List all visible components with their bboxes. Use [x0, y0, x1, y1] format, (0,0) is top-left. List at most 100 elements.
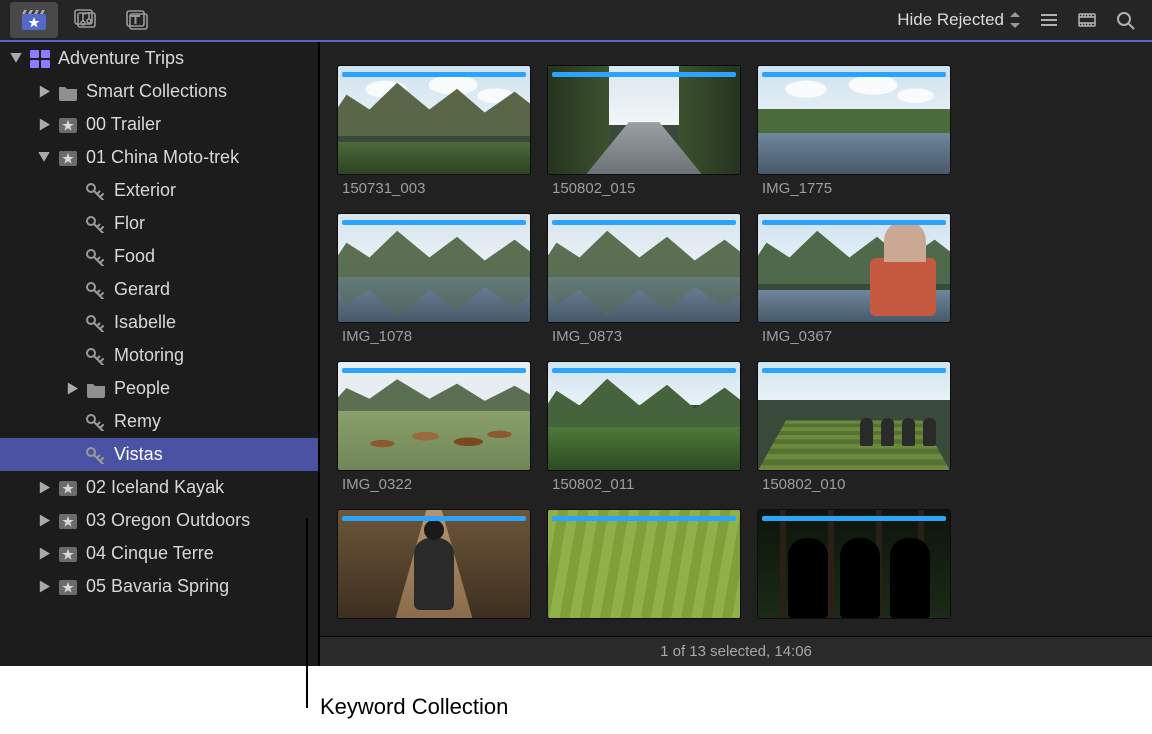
library-icon	[30, 50, 50, 68]
clip-grid[interactable]: 150731_003150802_015IMG_1775IMG_1078IMG_…	[320, 42, 1152, 636]
event-icon	[58, 116, 78, 134]
disclosure-triangle[interactable]	[38, 482, 50, 494]
sidebar-item-label: Flor	[114, 213, 145, 234]
sidebar-item-label: 02 Iceland Kayak	[86, 477, 224, 498]
audio-browser-button[interactable]	[62, 2, 110, 38]
clip-item[interactable]: 150802_011	[548, 362, 740, 510]
disclosure-triangle[interactable]	[38, 515, 50, 527]
clip-item[interactable]: IMG_0367	[758, 214, 950, 362]
status-text: 1 of 13 selected, 14:06	[660, 643, 812, 660]
clip-item[interactable]	[338, 510, 530, 636]
clip-browser: 150731_003150802_015IMG_1775IMG_1078IMG_…	[320, 42, 1152, 666]
clip-thumbnail[interactable]	[548, 362, 740, 470]
disclosure-triangle[interactable]	[38, 119, 50, 131]
clip-thumbnail[interactable]	[758, 66, 950, 174]
sidebar-item-01-china-moto-trek[interactable]: 01 China Moto-trek	[0, 141, 318, 174]
event-icon	[58, 149, 78, 167]
event-icon	[58, 479, 78, 497]
sidebar-item-exterior[interactable]: Exterior	[0, 174, 318, 207]
disclosure-triangle[interactable]	[38, 581, 50, 593]
sidebar-item-label: Isabelle	[114, 312, 176, 333]
search-button[interactable]	[1108, 3, 1142, 37]
search-icon	[1114, 9, 1136, 31]
sidebar-item-02-iceland-kayak[interactable]: 02 Iceland Kayak	[0, 471, 318, 504]
sidebar-item-03-oregon-outdoors[interactable]: 03 Oregon Outdoors	[0, 504, 318, 537]
event-icon	[58, 512, 78, 530]
folder-icon	[86, 380, 106, 398]
event-icon	[58, 545, 78, 563]
sidebar-item-adventure-trips[interactable]: Adventure Trips	[0, 42, 318, 75]
disclosure-spacer	[66, 416, 78, 428]
sidebar-item-label: Adventure Trips	[58, 48, 184, 69]
filmstrip-icon	[1076, 9, 1098, 31]
keyword-icon	[86, 347, 106, 365]
clip-thumbnail[interactable]	[338, 66, 530, 174]
clip-item[interactable]: IMG_0322	[338, 362, 530, 510]
disclosure-triangle[interactable]	[66, 383, 78, 395]
clip-thumbnail[interactable]	[758, 510, 950, 618]
clip-thumbnail[interactable]	[548, 66, 740, 174]
clip-item[interactable]: 150731_003	[338, 66, 530, 214]
sidebar-item-people[interactable]: People	[0, 372, 318, 405]
favorite-marker	[762, 368, 946, 373]
filmstrip-view-button[interactable]	[1070, 3, 1104, 37]
keyword-icon	[86, 413, 106, 431]
library-sidebar[interactable]: Adventure Trips Smart Collections 00 Trail…	[0, 42, 320, 666]
sidebar-item-smart-collections[interactable]: Smart Collections	[0, 75, 318, 108]
sidebar-item-gerard[interactable]: Gerard	[0, 273, 318, 306]
annotation: Keyword Collection	[0, 666, 1152, 734]
keyword-icon	[86, 182, 106, 200]
titles-browser-button[interactable]	[114, 2, 162, 38]
clip-item[interactable]	[548, 510, 740, 636]
sidebar-item-label: Food	[114, 246, 155, 267]
clip-item[interactable]: IMG_0873	[548, 214, 740, 362]
status-bar: 1 of 13 selected, 14:06	[320, 636, 1152, 666]
clip-label: IMG_0367	[758, 328, 950, 345]
media-browser-button[interactable]	[10, 2, 58, 38]
list-view-button[interactable]	[1032, 3, 1066, 37]
disclosure-spacer	[66, 350, 78, 362]
disclosure-triangle[interactable]	[38, 86, 50, 98]
clip-thumbnail[interactable]	[548, 510, 740, 618]
keyword-icon	[86, 314, 106, 332]
disclosure-spacer	[66, 218, 78, 230]
disclosure-spacer	[66, 185, 78, 197]
clip-thumbnail[interactable]	[338, 214, 530, 322]
disclosure-triangle[interactable]	[38, 548, 50, 560]
sidebar-item-isabelle[interactable]: Isabelle	[0, 306, 318, 339]
clip-thumbnail[interactable]	[548, 214, 740, 322]
clip-thumbnail[interactable]	[338, 510, 530, 618]
favorite-marker	[762, 220, 946, 225]
keyword-icon	[86, 281, 106, 299]
clip-label: 150802_011	[548, 476, 740, 493]
sidebar-item-flor[interactable]: Flor	[0, 207, 318, 240]
sidebar-item-label: Smart Collections	[86, 81, 227, 102]
clip-thumbnail[interactable]	[758, 214, 950, 322]
callout-label: Keyword Collection	[320, 694, 508, 720]
sidebar-item-motoring[interactable]: Motoring	[0, 339, 318, 372]
sidebar-item-label: 05 Bavaria Spring	[86, 576, 229, 597]
clip-item[interactable]	[758, 510, 950, 636]
main-split: Adventure Trips Smart Collections 00 Trail…	[0, 42, 1152, 666]
event-icon	[58, 578, 78, 596]
disclosure-triangle[interactable]	[38, 152, 50, 164]
keyword-icon	[86, 215, 106, 233]
sidebar-item-remy[interactable]: Remy	[0, 405, 318, 438]
favorite-marker	[552, 72, 736, 77]
clip-label: 150802_015	[548, 180, 740, 197]
disclosure-triangle[interactable]	[10, 53, 22, 65]
favorite-marker	[552, 220, 736, 225]
clip-item[interactable]: 150802_015	[548, 66, 740, 214]
clip-item[interactable]: IMG_1078	[338, 214, 530, 362]
clip-label: 150802_010	[758, 476, 950, 493]
sidebar-item-00-trailer[interactable]: 00 Trailer	[0, 108, 318, 141]
sidebar-item-food[interactable]: Food	[0, 240, 318, 273]
clip-item[interactable]: 150802_010	[758, 362, 950, 510]
sidebar-item-04-cinque-terre[interactable]: 04 Cinque Terre	[0, 537, 318, 570]
sidebar-item-vistas[interactable]: Vistas	[0, 438, 318, 471]
clip-filter-dropdown[interactable]: Hide Rejected	[889, 10, 1028, 30]
clip-thumbnail[interactable]	[338, 362, 530, 470]
sidebar-item-05-bavaria-spring[interactable]: 05 Bavaria Spring	[0, 570, 318, 603]
clip-thumbnail[interactable]	[758, 362, 950, 470]
clip-item[interactable]: IMG_1775	[758, 66, 950, 214]
